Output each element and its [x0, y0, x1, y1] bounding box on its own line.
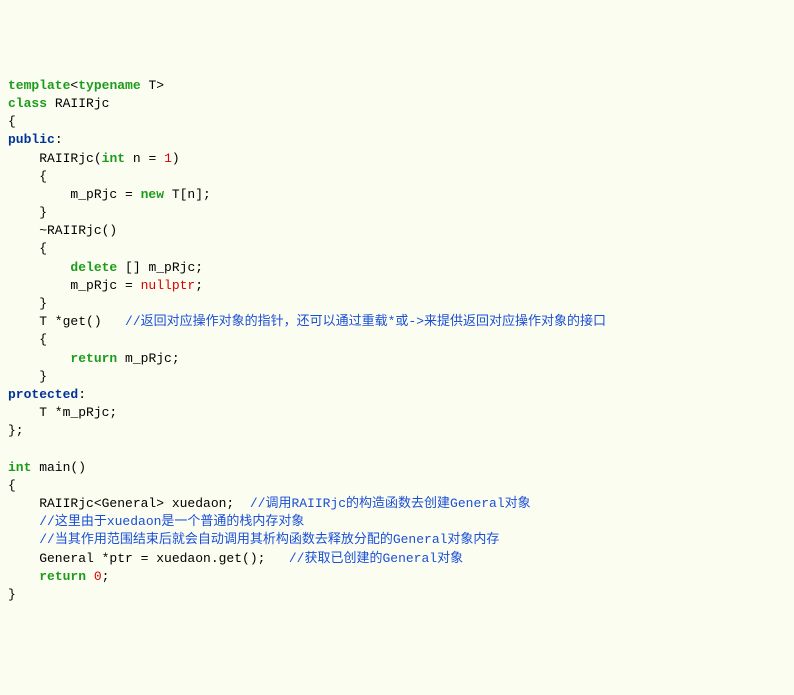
brace: { [8, 478, 16, 493]
kw-class: class [8, 96, 47, 111]
indent [8, 569, 39, 584]
member-decl: T *m_pRjc; [8, 405, 117, 420]
stmt-rest: [] m_pRjc; [117, 260, 203, 275]
stmt-prefix: m_pRjc = [8, 187, 141, 202]
kw-template: template [8, 78, 70, 93]
brace: { [8, 169, 47, 184]
kw-return: return [70, 351, 117, 366]
semi: ; [195, 278, 203, 293]
stmt-text: RAIIRjc<General> xuedaon; [8, 496, 250, 511]
brace: { [8, 114, 16, 129]
comment-get: //返回对应操作对象的指针，还可以通过重载*或->来提供返回对应操作对象的接口 [125, 314, 606, 329]
brace: } [8, 587, 16, 602]
literal-1: 1 [164, 151, 172, 166]
class-name: RAIIRjc [55, 96, 110, 111]
indent [8, 260, 70, 275]
get-decl: T *get() [8, 314, 125, 329]
paren-close: ) [172, 151, 180, 166]
comment-get-obj: //获取已创建的General对象 [289, 551, 463, 566]
semi: ; [102, 569, 110, 584]
stmt-rest: m_pRjc; [117, 351, 179, 366]
kw-protected: protected [8, 387, 78, 402]
kw-public: public [8, 132, 55, 147]
kw-typename: typename [78, 78, 140, 93]
ctor-name: RAIIRjc( [39, 151, 101, 166]
kw-int: int [102, 151, 125, 166]
brace: } [8, 205, 47, 220]
colon: : [78, 387, 86, 402]
code-block: template<typename T> class RAIIRjc { pub… [8, 77, 786, 604]
comment-stack-obj: //这里由于xuedaon是一个普通的栈内存对象 [39, 514, 304, 529]
indent [8, 351, 70, 366]
main-decl: main() [31, 460, 86, 475]
stmt-prefix: m_pRjc = [8, 278, 141, 293]
brace: { [8, 332, 47, 347]
space [86, 569, 94, 584]
dtor-line: ~RAIIRjc() [8, 223, 117, 238]
kw-new: new [141, 187, 164, 202]
colon: : [55, 132, 63, 147]
param: n = [125, 151, 164, 166]
brace: } [8, 369, 47, 384]
stmt-text: General *ptr = xuedaon.get(); [8, 551, 289, 566]
type-param: T [148, 78, 156, 93]
comment-ctor-call: //调用RAIIRjc的构造函数去创建General对象 [250, 496, 531, 511]
kw-delete: delete [70, 260, 117, 275]
stmt-rest: T[n]; [164, 187, 211, 202]
literal-0: 0 [94, 569, 102, 584]
kw-return: return [39, 569, 86, 584]
indent [8, 514, 39, 529]
brace: { [8, 241, 47, 256]
brace: } [8, 296, 47, 311]
kw-nullptr: nullptr [141, 278, 196, 293]
kw-int: int [8, 460, 31, 475]
class-end: }; [8, 423, 24, 438]
